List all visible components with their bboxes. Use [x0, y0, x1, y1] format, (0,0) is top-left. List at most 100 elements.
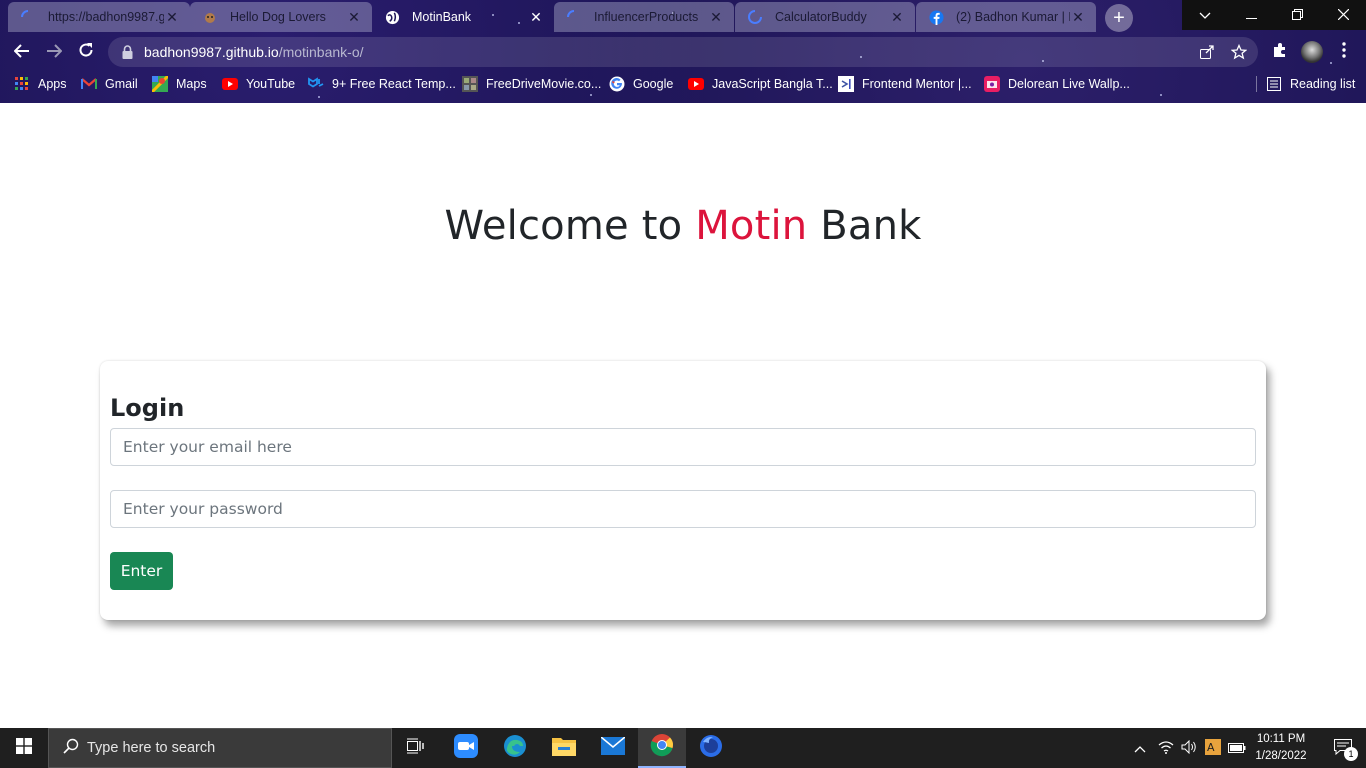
browser-chrome: https://badhon9987.g ✕ Hello Dog Lovers …	[0, 0, 1366, 103]
extensions-button[interactable]	[1266, 38, 1294, 66]
reload-icon	[78, 42, 94, 63]
taskbar-firefox[interactable]	[687, 728, 735, 768]
taskbar-chrome[interactable]	[638, 728, 686, 768]
task-view-button[interactable]	[392, 728, 440, 768]
close-tab-icon[interactable]: ✕	[708, 9, 724, 25]
bookmark-react-templates[interactable]: 9+ Free React Temp...	[308, 74, 456, 94]
clock-date: 1/28/2022	[1255, 750, 1307, 762]
welcome-accent: Motin	[695, 203, 808, 249]
battery-button[interactable]	[1227, 738, 1247, 758]
share-icon[interactable]	[1198, 43, 1216, 61]
notification-count: 1	[1344, 747, 1358, 761]
bookmark-freedrivemovie[interactable]: FreeDriveMovie.co...	[462, 74, 601, 94]
url-host: badhon9987.github.io	[144, 44, 279, 60]
bookmark-delorean-wallpaper[interactable]: Delorean Live Wallp...	[984, 74, 1130, 94]
taskbar-edge[interactable]	[491, 728, 539, 768]
tab-influencer-products[interactable]: InfluencerProducts ✕	[554, 2, 734, 32]
bookmark-label: Maps	[176, 77, 207, 91]
notification-center-button[interactable]: 1	[1322, 728, 1366, 768]
bookmark-gmail[interactable]: Gmail	[81, 74, 138, 94]
tab-badhon-github[interactable]: https://badhon9987.g ✕	[8, 2, 190, 32]
taskbar-mail[interactable]	[589, 728, 637, 768]
browser-menu-button[interactable]	[1330, 38, 1358, 66]
mui-icon	[308, 76, 324, 92]
forward-button[interactable]	[40, 38, 68, 66]
profile-avatar[interactable]	[1298, 38, 1326, 66]
bookmark-apps[interactable]: Apps	[14, 74, 67, 94]
login-title: Login	[110, 394, 185, 422]
frontend-mentor-icon	[838, 76, 854, 92]
lock-icon	[122, 45, 134, 59]
search-icon	[63, 738, 79, 759]
bookmark-label: FreeDriveMovie.co...	[486, 77, 602, 91]
close-tab-icon[interactable]: ✕	[889, 9, 905, 25]
welcome-suffix: Bank	[807, 203, 922, 249]
firefox-icon	[699, 734, 723, 763]
close-tab-icon[interactable]: ✕	[1070, 9, 1086, 25]
taskbar-zoom[interactable]	[442, 728, 490, 768]
close-tab-icon[interactable]: ✕	[346, 9, 362, 25]
tab-motinbank[interactable]: MotinBank ✕	[372, 2, 554, 32]
bookmark-frontend-mentor[interactable]: Frontend Mentor |...	[838, 74, 972, 94]
bookmark-label: JavaScript Bangla T...	[712, 77, 833, 91]
plus-icon: +	[1113, 6, 1125, 29]
bookmark-maps[interactable]: Maps	[152, 74, 207, 94]
url-path: /motinbank-o/	[278, 44, 364, 60]
minimize-button[interactable]	[1228, 0, 1274, 30]
page-title: Welcome to Motin Bank	[0, 203, 1366, 249]
taskbar-search-box[interactable]: Type here to search	[48, 728, 392, 768]
chevron-down-icon	[1199, 7, 1211, 23]
close-tab-icon[interactable]: ✕	[164, 9, 180, 25]
tab-title: MotinBank	[412, 10, 472, 24]
tab-search-button[interactable]	[1182, 0, 1228, 30]
tab-calculator-buddy[interactable]: CalculatorBuddy ✕	[735, 2, 915, 32]
google-icon	[609, 76, 625, 92]
new-tab-button[interactable]: +	[1105, 4, 1133, 32]
loading-icon	[20, 9, 36, 25]
volume-button[interactable]	[1179, 738, 1199, 758]
bookmark-label: Delorean Live Wallp...	[1008, 77, 1130, 91]
tab-title: https://badhon9987.g	[48, 10, 164, 24]
network-button[interactable]	[1156, 738, 1176, 758]
show-hidden-icons-button[interactable]	[1132, 738, 1148, 758]
bookmark-label: YouTube	[246, 77, 296, 91]
tab-facebook[interactable]: (2) Badhon Kumar | Fa ✕	[916, 2, 1096, 32]
close-icon	[1337, 7, 1349, 23]
bookmark-label: Apps	[38, 77, 67, 91]
tab-title: InfluencerProducts	[594, 10, 699, 24]
tab-hello-dog-lovers[interactable]: Hello Dog Lovers ✕	[190, 2, 372, 32]
reading-list-button[interactable]: Reading list	[1266, 74, 1355, 94]
bookmark-youtube[interactable]: YouTube	[222, 74, 295, 94]
taskbar-clock[interactable]: 10:11 PM 1/28/2022	[1250, 731, 1312, 765]
gmail-icon	[81, 76, 97, 92]
bookmarks-divider	[1256, 76, 1257, 92]
loading-icon	[566, 9, 582, 25]
minimize-icon	[1245, 7, 1257, 23]
bookmark-label: Frontend Mentor |...	[862, 77, 972, 91]
globe-icon	[384, 9, 400, 25]
puzzle-icon	[1272, 42, 1288, 63]
svg-text:A: A	[1207, 741, 1215, 754]
close-tab-icon[interactable]: ✕	[528, 9, 544, 25]
bookmark-javascript-bangla[interactable]: JavaScript Bangla T...	[688, 74, 833, 94]
password-field[interactable]	[110, 490, 1256, 528]
tab-strip: https://badhon9987.g ✕ Hello Dog Lovers …	[0, 0, 1180, 34]
address-bar[interactable]: badhon9987.github.io/motinbank-o/	[108, 37, 1258, 67]
youtube-icon	[222, 76, 238, 92]
enter-button[interactable]: Enter	[110, 552, 173, 590]
start-button[interactable]	[0, 728, 48, 768]
bookmark-star-icon[interactable]	[1230, 43, 1248, 61]
back-button[interactable]	[8, 38, 36, 66]
dog-icon	[202, 9, 218, 25]
close-window-button[interactable]	[1320, 0, 1366, 30]
reload-button[interactable]	[72, 38, 100, 66]
input-method-button[interactable]: A	[1203, 738, 1223, 758]
bookmark-google[interactable]: Google	[609, 74, 673, 94]
taskbar-file-explorer[interactable]	[540, 728, 588, 768]
bookmark-label: Gmail	[105, 77, 138, 91]
arrow-right-icon	[46, 42, 63, 63]
maps-icon	[152, 76, 168, 92]
restore-button[interactable]	[1274, 0, 1320, 30]
taskbar-search-placeholder: Type here to search	[87, 740, 216, 756]
email-field[interactable]	[110, 428, 1256, 466]
